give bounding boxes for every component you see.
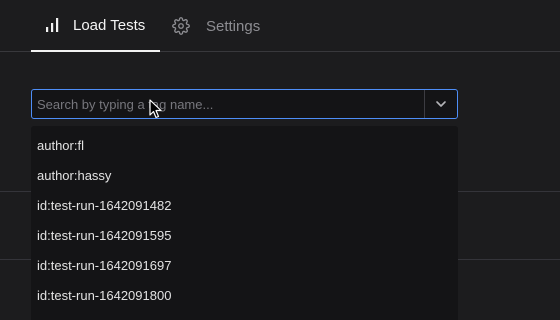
- dropdown-option[interactable]: id:test-run-1642091482: [31, 191, 458, 221]
- dropdown-option[interactable]: id:test-run-1642091697: [31, 251, 458, 281]
- gear-icon: [172, 17, 190, 35]
- dropdown-toggle-button[interactable]: [425, 90, 457, 118]
- bar-chart-icon: [44, 17, 60, 33]
- tag-dropdown-menu: author:fl author:hassy id:test-run-16420…: [31, 126, 458, 320]
- dropdown-option[interactable]: id:test-run-1642091800: [31, 281, 458, 311]
- tab-load-tests[interactable]: Load Tests: [31, 0, 160, 52]
- tab-settings-label: Settings: [206, 17, 261, 35]
- tab-settings[interactable]: Settings: [172, 0, 260, 52]
- tag-search-select[interactable]: [31, 89, 458, 119]
- dropdown-option[interactable]: author:hassy: [31, 161, 458, 191]
- tab-load-tests-label: Load Tests: [73, 16, 146, 34]
- tab-bar: Load Tests Settings: [0, 0, 560, 52]
- dropdown-option[interactable]: author:fl: [31, 131, 458, 161]
- dropdown-option[interactable]: id:test-run-1642091595: [31, 221, 458, 251]
- chevron-down-icon: [434, 97, 448, 111]
- tag-search-input[interactable]: [32, 90, 424, 118]
- app-page: Load Tests Settings author:f: [0, 0, 560, 320]
